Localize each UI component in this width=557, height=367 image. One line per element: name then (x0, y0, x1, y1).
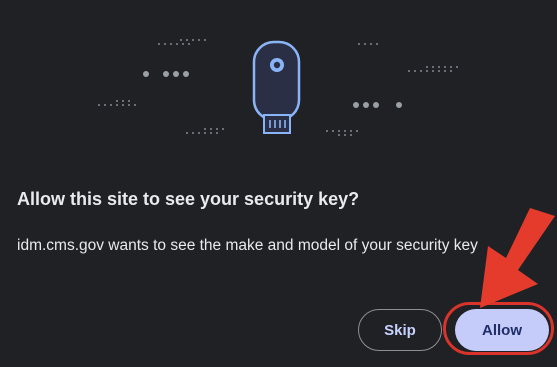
security-key-icon (252, 40, 301, 134)
decorative-dots-left (143, 71, 189, 77)
decorative-dashes-left (98, 39, 224, 134)
security-key-dialog: Allow this site to see your security key… (0, 0, 557, 367)
skip-button[interactable]: Skip (358, 309, 442, 351)
decorative-dots-right (353, 102, 402, 108)
security-key-illustration (98, 39, 458, 136)
dialog-title: Allow this site to see your security key… (17, 189, 360, 209)
decorative-dashes-right (326, 43, 458, 136)
annotation-arrow-icon (480, 208, 555, 308)
allow-button[interactable]: Allow (455, 309, 549, 351)
dialog-message: idm.cms.gov wants to see the make and mo… (17, 237, 478, 254)
